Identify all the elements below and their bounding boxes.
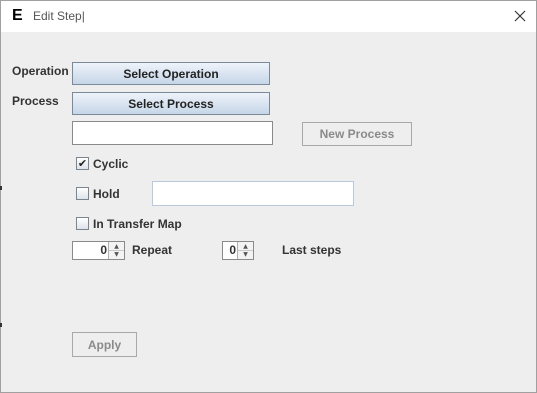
- edit-step-dialog: E Edit Step| Operation Select Operation …: [0, 0, 537, 393]
- last-steps-label: Last steps: [282, 243, 342, 257]
- process-name-input[interactable]: [72, 121, 273, 145]
- app-icon: E: [12, 7, 23, 24]
- select-process-button[interactable]: Select Process: [72, 92, 270, 115]
- repeat-label: Repeat: [132, 243, 173, 257]
- last-steps-value[interactable]: 0: [229, 243, 236, 257]
- select-operation-button[interactable]: Select Operation: [72, 62, 270, 85]
- close-icon: [514, 10, 526, 22]
- title-bar[interactable]: E Edit Step|: [1, 1, 536, 32]
- hold-label: Hold: [93, 187, 120, 201]
- repeat-value[interactable]: 0: [100, 243, 107, 257]
- last-steps-spinner-arrows: ▲ ▼: [237, 242, 253, 259]
- in-transfer-map-label: In Transfer Map: [93, 217, 182, 231]
- hold-input[interactable]: [152, 181, 354, 206]
- repeat-spinner[interactable]: 0 ▲ ▼: [72, 241, 125, 260]
- in-transfer-map-checkbox[interactable]: [76, 217, 89, 230]
- close-button[interactable]: [509, 5, 531, 27]
- spin-down-icon[interactable]: ▼: [109, 250, 124, 258]
- edge-artifact: [0, 323, 2, 327]
- window-title: Edit Step|: [33, 9, 85, 23]
- cyclic-checkbox[interactable]: ✔: [76, 157, 89, 170]
- spin-down-icon[interactable]: ▼: [238, 250, 253, 258]
- cyclic-label: Cyclic: [93, 157, 129, 171]
- new-process-button[interactable]: New Process: [302, 122, 412, 146]
- last-steps-spinner[interactable]: 0 ▲ ▼: [222, 241, 254, 260]
- hold-checkbox[interactable]: [76, 187, 89, 200]
- operation-label: Operation: [12, 64, 69, 78]
- repeat-spinner-arrows: ▲ ▼: [108, 242, 124, 259]
- apply-button[interactable]: Apply: [72, 332, 137, 357]
- edge-artifact: [0, 186, 2, 190]
- process-label: Process: [12, 94, 59, 108]
